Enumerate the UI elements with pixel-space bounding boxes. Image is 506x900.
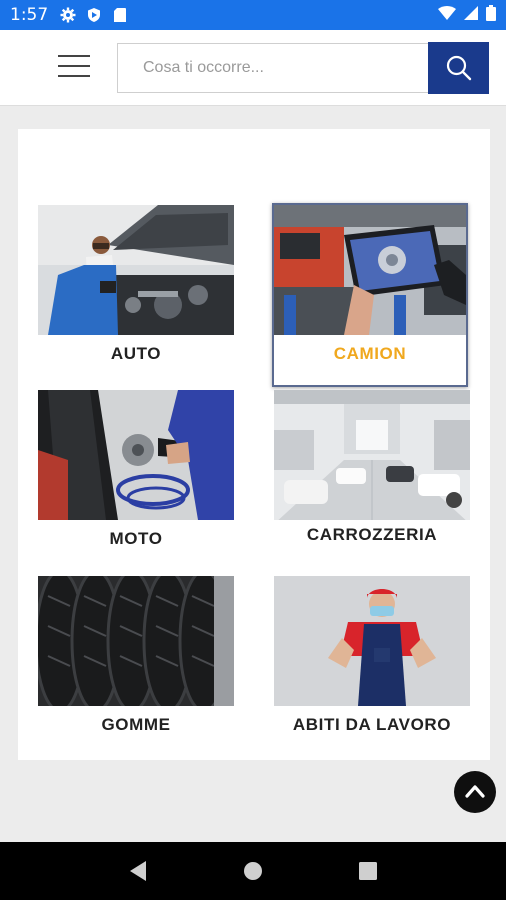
signal-icon xyxy=(464,5,478,25)
category-carrozzeria[interactable]: CARROZZERIA xyxy=(274,390,470,545)
category-label: AUTO xyxy=(110,344,162,363)
category-label: GOMME xyxy=(101,715,171,734)
wifi-icon xyxy=(438,5,456,25)
auto-image xyxy=(38,205,234,335)
category-label: CARROZZERIA xyxy=(306,525,438,544)
category-moto[interactable]: MOTO xyxy=(38,390,234,549)
moto-image xyxy=(38,390,234,520)
status-time: 1:57 xyxy=(10,5,49,25)
hamburger-menu-icon[interactable] xyxy=(58,55,90,79)
category-grid: AUTO CAMION MOTO CARROZZERIA GOMME ABITI… xyxy=(18,129,490,760)
battery-icon xyxy=(486,4,496,26)
search-button[interactable] xyxy=(428,42,489,94)
chevron-up-icon xyxy=(465,785,485,798)
carrozzeria-image xyxy=(274,390,470,520)
category-label: CAMION xyxy=(333,344,407,363)
gear-icon xyxy=(60,7,76,23)
gomme-image xyxy=(38,576,234,706)
search-input[interactable] xyxy=(117,43,429,93)
category-camion[interactable]: CAMION xyxy=(272,203,468,387)
back-icon[interactable] xyxy=(123,856,153,886)
app-header xyxy=(0,30,506,106)
category-auto[interactable]: AUTO xyxy=(38,205,234,364)
category-label: ABITI DA LAVORO xyxy=(292,715,452,734)
category-gomme[interactable]: GOMME xyxy=(38,576,234,735)
camion-image xyxy=(274,205,466,335)
category-label: MOTO xyxy=(109,529,163,548)
abiti-da-lavoro-image xyxy=(274,576,470,706)
sd-card-icon xyxy=(112,7,128,23)
shield-icon xyxy=(86,7,102,23)
scroll-top-button[interactable] xyxy=(454,771,496,813)
search-icon xyxy=(446,55,471,81)
home-icon[interactable] xyxy=(238,856,268,886)
status-bar: 1:57 xyxy=(0,0,506,30)
category-abiti-da-lavoro[interactable]: ABITI DA LAVORO xyxy=(274,576,470,735)
recents-icon[interactable] xyxy=(353,856,383,886)
system-nav-bar xyxy=(0,842,506,900)
